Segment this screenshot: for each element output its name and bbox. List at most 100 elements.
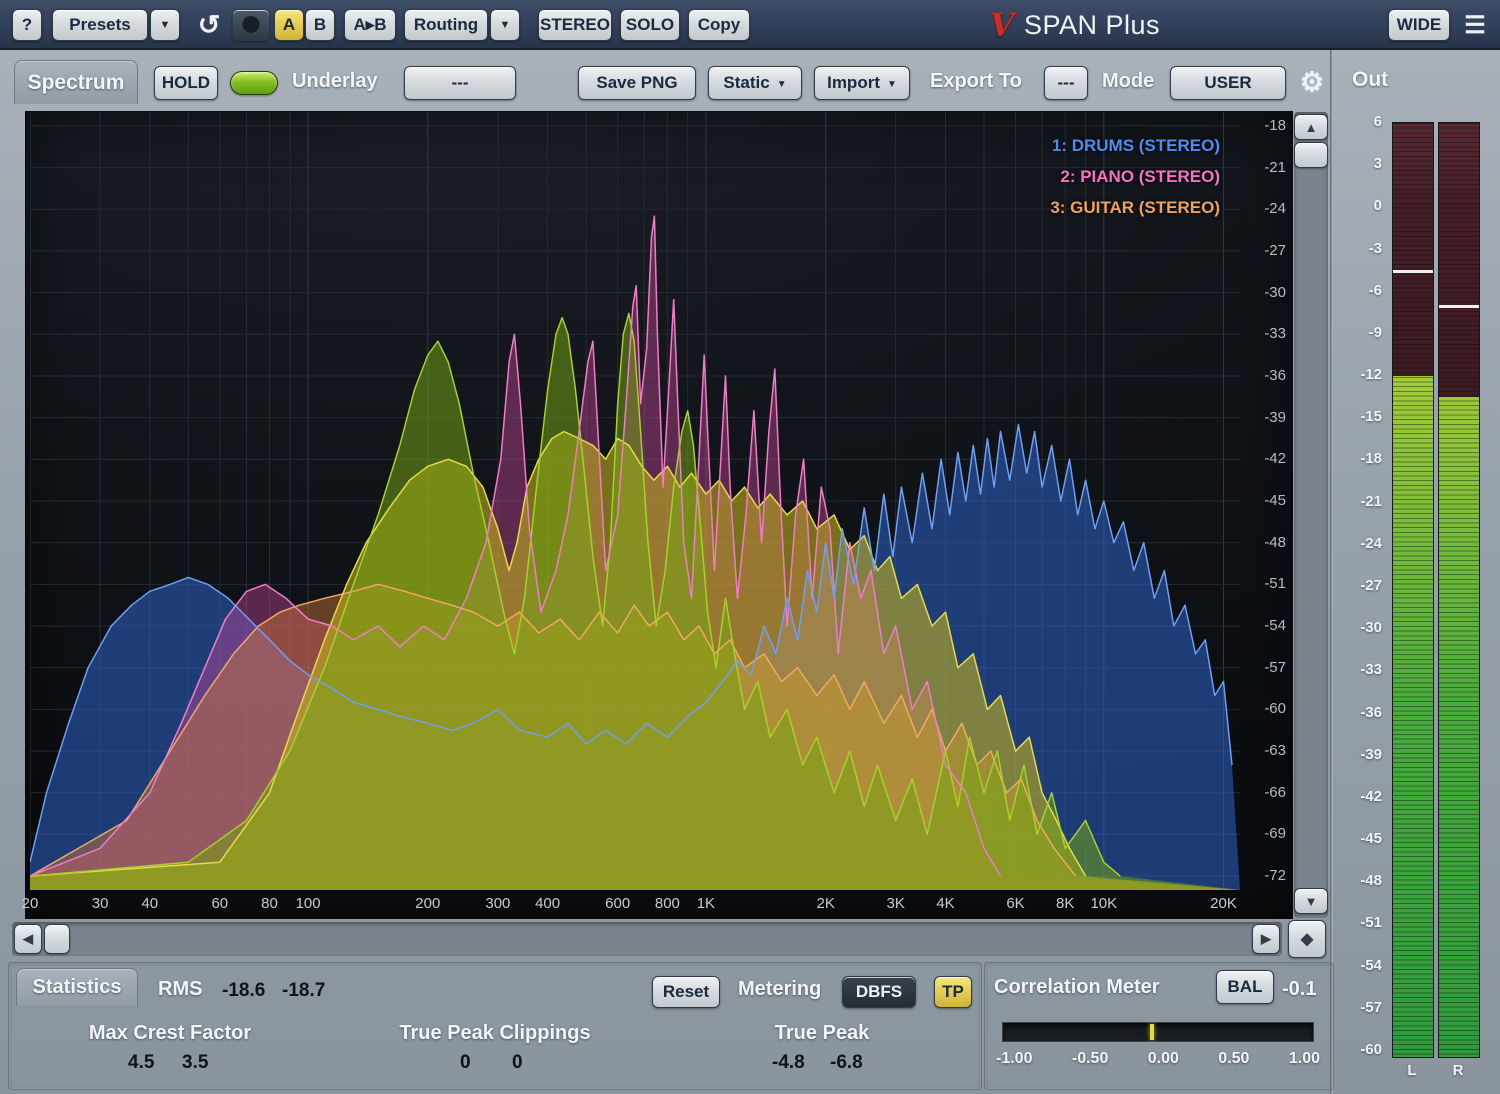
app-title: SPAN Plus: [1024, 10, 1160, 41]
presets-dropdown-button[interactable]: ▼: [150, 9, 180, 41]
freq-tick-label: 20K: [1210, 895, 1237, 912]
meter-bar-left: [1392, 122, 1434, 1058]
meter-scale-label: -60: [1338, 1041, 1382, 1058]
meter-scale-label: -57: [1338, 999, 1382, 1016]
freq-tick-label: 20: [22, 895, 39, 912]
chevron-down-icon: ▼: [887, 79, 897, 90]
spectrum-plot[interactable]: [30, 112, 1240, 890]
scroll-left-icon[interactable]: ◀: [14, 924, 42, 954]
correlation-meter-title: Correlation Meter: [994, 976, 1160, 999]
db-tick-label: -69: [1246, 825, 1286, 842]
hold-button[interactable]: HOLD: [154, 66, 218, 100]
horizontal-scrollbar-track[interactable]: [12, 922, 1282, 956]
bal-button[interactable]: BAL: [1216, 970, 1274, 1004]
routing-button[interactable]: Routing: [404, 9, 488, 41]
static-mode-button[interactable]: Static ▼: [708, 66, 802, 100]
db-tick-label: -33: [1246, 325, 1286, 342]
freq-tick-label: 6K: [1006, 895, 1024, 912]
routing-dropdown-button[interactable]: ▼: [490, 9, 520, 41]
tpc-value-left: 0: [460, 1052, 471, 1074]
ab-slot-b-button[interactable]: B: [305, 9, 335, 41]
vertical-scrollbar-track[interactable]: [1294, 112, 1328, 918]
tab-statistics[interactable]: Statistics: [16, 968, 138, 1006]
vertical-scrollbar-thumb[interactable]: [1294, 142, 1328, 168]
span-plus-window: ? Presets ▼ ↺ A B A▸B Routing ▼ STEREO S…: [0, 0, 1500, 1094]
freq-tick-label: 10K: [1090, 895, 1117, 912]
wide-button[interactable]: WIDE: [1388, 9, 1450, 41]
tpc-value-right: 0: [512, 1052, 523, 1074]
underlay-label: Underlay: [292, 70, 378, 93]
scroll-right-icon[interactable]: ▶: [1252, 924, 1280, 954]
corr-scale-label: -1.00: [996, 1050, 1032, 1068]
mode-select-button[interactable]: USER: [1170, 66, 1286, 100]
legend-item: 3: GUITAR (STEREO): [1050, 192, 1220, 223]
meter-scale-label: -3: [1338, 240, 1382, 257]
legend-item: 2: PIANO (STEREO): [1050, 161, 1220, 192]
meter-scale-label: -54: [1338, 957, 1382, 974]
freq-tick-label: 600: [605, 895, 630, 912]
meter-scale-label: -21: [1338, 493, 1382, 510]
channel-label-right: R: [1437, 1062, 1479, 1079]
import-button[interactable]: Import ▼: [814, 66, 910, 100]
metering-label: Metering: [738, 978, 821, 1001]
reset-button[interactable]: Reset: [652, 976, 720, 1008]
zoom-diamond-icon[interactable]: ◆: [1288, 920, 1326, 958]
stereo-button[interactable]: STEREO: [538, 9, 612, 41]
help-button[interactable]: ?: [12, 9, 42, 41]
db-tick-label: -45: [1246, 492, 1286, 509]
freq-tick-label: 40: [141, 895, 158, 912]
static-mode-label: Static: [723, 73, 769, 93]
export-to-label: Export To: [930, 70, 1022, 93]
meter-scale-label: -30: [1338, 619, 1382, 636]
horizontal-scrollbar-thumb[interactable]: [44, 924, 70, 954]
chevron-down-icon: ▼: [777, 79, 787, 90]
db-tick-label: -72: [1246, 867, 1286, 884]
meter-scale-label: 0: [1338, 197, 1382, 214]
correlation-marker: [1150, 1024, 1154, 1040]
meter-scale-label: -15: [1338, 408, 1382, 425]
save-png-button[interactable]: Save PNG: [578, 66, 696, 100]
db-tick-label: -60: [1246, 700, 1286, 717]
scroll-down-icon[interactable]: ▼: [1294, 888, 1328, 914]
tab-spectrum[interactable]: Spectrum: [14, 60, 138, 104]
true-peak-label: True Peak: [762, 1022, 882, 1045]
import-label: Import: [827, 73, 880, 93]
meter-scale-label: -36: [1338, 704, 1382, 721]
a-to-b-copy-button[interactable]: A▸B: [344, 9, 396, 41]
correlation-bar: [1002, 1022, 1314, 1042]
db-tick-label: -48: [1246, 534, 1286, 551]
freq-tick-label: 100: [296, 895, 321, 912]
dbfs-button[interactable]: DBFS: [842, 976, 916, 1008]
true-peak-toggle-button[interactable]: TP: [934, 976, 972, 1008]
copy-button[interactable]: Copy: [688, 9, 750, 41]
spectrum-display[interactable]: 1: DRUMS (STEREO)2: PIANO (STEREO)3: GUI…: [26, 112, 1292, 918]
rms-value-left: -18.6: [222, 980, 265, 1002]
solo-button[interactable]: SOLO: [620, 9, 680, 41]
power-led-button[interactable]: [232, 9, 270, 41]
db-tick-label: -21: [1246, 159, 1286, 176]
freq-tick-label: 80: [261, 895, 278, 912]
voxengo-logo-icon: V: [984, 6, 1020, 44]
freq-tick-label: 30: [92, 895, 109, 912]
export-select-button[interactable]: ---: [1044, 66, 1088, 100]
presets-button[interactable]: Presets: [52, 9, 148, 41]
meter-scale-label: -6: [1338, 282, 1382, 299]
db-tick-label: -66: [1246, 784, 1286, 801]
gear-icon[interactable]: ⚙: [1294, 64, 1330, 100]
freq-tick-label: 400: [535, 895, 560, 912]
meter-scale-label: -18: [1338, 450, 1382, 467]
bal-value: -0.1: [1282, 978, 1316, 1001]
max-crest-value-left: 4.5: [128, 1052, 154, 1074]
undo-icon[interactable]: ↺: [190, 5, 228, 45]
freq-tick-label: 300: [485, 895, 510, 912]
menu-icon[interactable]: ☰: [1456, 6, 1494, 44]
freq-tick-label: 4K: [936, 895, 954, 912]
meter-scale-label: 3: [1338, 155, 1382, 172]
top-toolbar: ? Presets ▼ ↺ A B A▸B Routing ▼ STEREO S…: [0, 0, 1500, 50]
corr-scale-label: -0.50: [1072, 1050, 1108, 1068]
underlay-color-swatch[interactable]: [230, 71, 278, 95]
db-tick-label: -57: [1246, 659, 1286, 676]
underlay-select-button[interactable]: ---: [404, 66, 516, 100]
ab-slot-a-button[interactable]: A: [274, 9, 304, 41]
scroll-up-icon[interactable]: ▲: [1294, 114, 1328, 140]
